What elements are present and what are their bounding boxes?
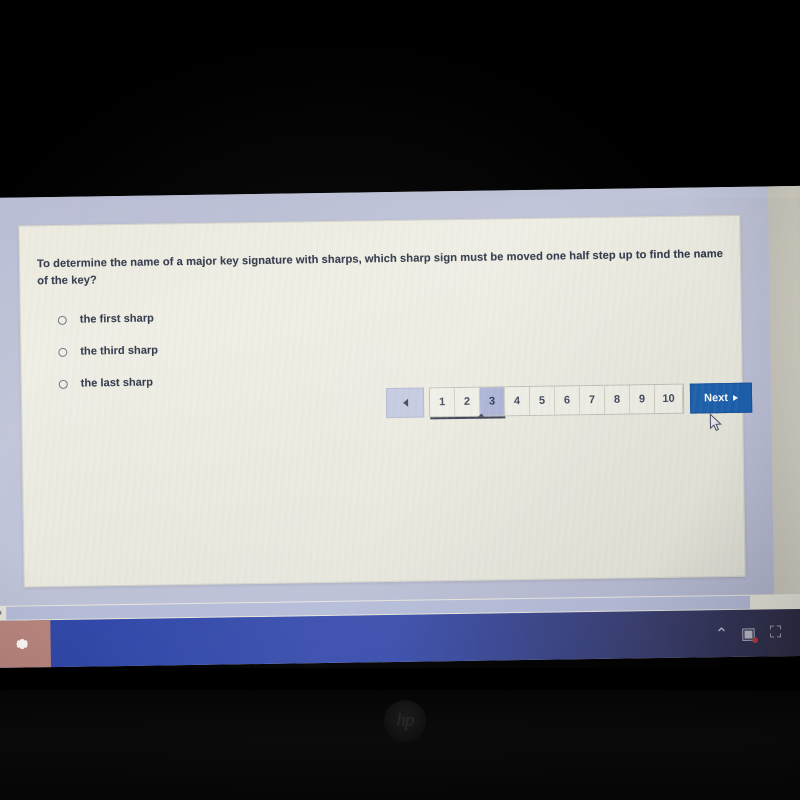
pagination-prev-button[interactable] <box>385 387 425 419</box>
pagination-active-underline <box>430 416 506 420</box>
radio-button-icon[interactable] <box>58 347 68 357</box>
taskbar-settings-tile[interactable] <box>0 620 51 668</box>
system-tray: ⌃ ▣ ⛶ ◖ <box>713 623 800 643</box>
option-label: the first sharp <box>79 312 155 326</box>
notification-app-icon[interactable]: ▣ <box>740 625 758 643</box>
pagination-page-4[interactable]: 4 <box>504 386 531 416</box>
notification-badge <box>752 637 758 643</box>
pagination-page-3-active[interactable]: 3 <box>479 387 506 416</box>
chevron-up-icon[interactable]: ⌃ <box>713 626 729 643</box>
radio-button-icon[interactable] <box>58 379 68 389</box>
speaker-icon[interactable]: ◖ <box>794 623 800 640</box>
pagination-page-5[interactable]: 5 <box>529 386 556 415</box>
pagination-page-1[interactable]: 1 <box>429 388 456 417</box>
hp-logo: hp <box>384 700 426 742</box>
triangle-left-icon <box>402 398 408 407</box>
quiz-card: To determine the name of a major key sig… <box>18 214 753 588</box>
question-text: To determine the name of a major key sig… <box>36 248 724 287</box>
mouse-pointer-icon <box>709 413 722 432</box>
next-button[interactable]: Next <box>689 382 753 414</box>
gear-icon <box>15 639 28 649</box>
pagination-page-7[interactable]: 7 <box>579 385 606 415</box>
pagination-pages: 1 2 3 4 5 6 7 8 9 10 <box>428 383 685 420</box>
next-button-label: Next <box>704 392 729 405</box>
photo-of-laptop-screen: hp To determine the name of a major key … <box>0 0 800 800</box>
pagination: 1 2 3 4 5 6 7 8 9 10 Next <box>385 382 753 420</box>
option-label: the last sharp <box>80 376 154 390</box>
offscreen-right-strip <box>767 185 800 617</box>
pagination-page-9[interactable]: 9 <box>629 385 656 414</box>
pagination-page-6[interactable]: 6 <box>554 386 581 415</box>
radio-button-icon[interactable] <box>57 315 67 325</box>
pagination-page-10[interactable]: 10 <box>654 384 684 414</box>
answer-options: the first sharp the third sharp the last… <box>57 298 479 400</box>
option-label: the third sharp <box>80 344 159 358</box>
network-icon[interactable]: ⛶ <box>767 624 783 641</box>
pagination-page-8[interactable]: 8 <box>604 385 631 414</box>
pagination-page-2[interactable]: 2 <box>454 387 481 417</box>
triangle-right-icon <box>732 394 739 401</box>
laptop-screen: To determine the name of a major key sig… <box>0 185 800 668</box>
